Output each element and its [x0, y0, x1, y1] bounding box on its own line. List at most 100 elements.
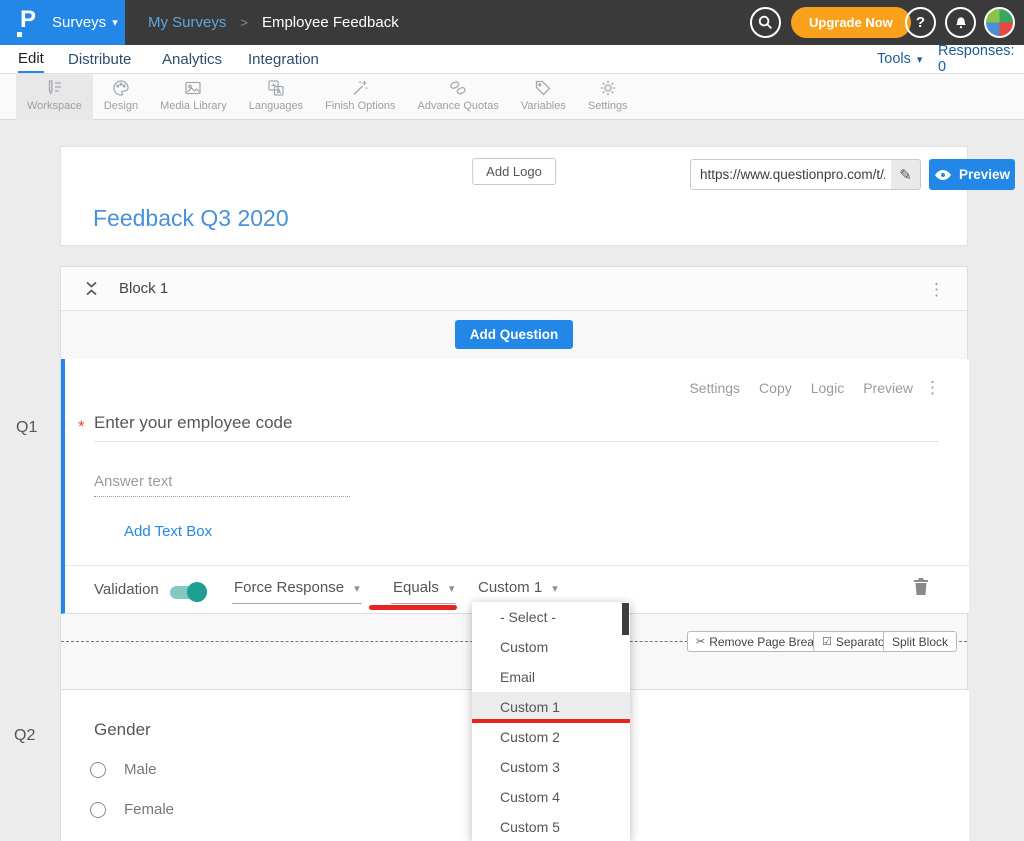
top-bar: P Surveys ▾ My Surveys > Employee Feedba… [0, 0, 1024, 45]
collapse-block-icon[interactable] [84, 280, 99, 297]
image-icon [183, 78, 203, 98]
bell-icon [953, 15, 969, 31]
toolbar-media-library[interactable]: Media Library [149, 74, 238, 120]
validation-divider [65, 565, 969, 566]
answer-text-input[interactable] [94, 471, 350, 497]
menu-item-select[interactable]: - Select - [472, 602, 630, 632]
checkbox-icon: ☑ [822, 635, 832, 648]
help-button[interactable]: ? [905, 7, 936, 38]
operator-dropdown[interactable]: Equals▾ [391, 579, 456, 604]
block-title[interactable]: Block 1 [119, 280, 168, 297]
chevron-down-icon: ▾ [917, 53, 923, 66]
validation-label: Validation [94, 581, 159, 598]
survey-url-field: ✎ [690, 159, 921, 190]
toolbar-workspace[interactable]: Workspace [16, 74, 93, 120]
annotation-red-underline [472, 719, 630, 723]
tab-integration[interactable]: Integration [248, 45, 319, 73]
question-actions: Settings Copy Logic Preview [689, 380, 913, 396]
breadcrumb-separator: > [240, 15, 248, 30]
question-mark-icon: ? [916, 14, 925, 31]
question-copy-link[interactable]: Copy [759, 380, 792, 396]
breadcrumb-my-surveys[interactable]: My Surveys [148, 14, 226, 31]
breadcrumb-current: Employee Feedback [262, 14, 399, 31]
toolbar-finish-options[interactable]: Finish Options [314, 74, 406, 120]
option-female: Female [90, 801, 174, 818]
question-text-underline [94, 441, 939, 442]
chevron-down-icon: ▾ [112, 16, 118, 29]
annotation-red-underline [369, 605, 457, 610]
add-question-button[interactable]: Add Question [455, 320, 574, 349]
radio-male[interactable] [90, 762, 106, 778]
module-tabs: Edit Distribute Analytics Integration To… [0, 45, 1024, 74]
remove-page-break-button[interactable]: ✂ Remove Page Break [687, 631, 829, 652]
editor-toolbar: Workspace Design Media Library Languages… [0, 74, 1024, 120]
scissors-icon: ✂ [696, 635, 705, 648]
question-2-text[interactable]: Gender [94, 720, 151, 740]
block-header: Block 1 ⋮ [61, 267, 967, 311]
question-preview-link[interactable]: Preview [863, 380, 913, 396]
add-question-strip: Add Question [61, 311, 967, 357]
gear-icon [598, 78, 618, 98]
search-icon[interactable] [750, 7, 781, 38]
questionpro-logo-icon: P [16, 8, 42, 38]
toolbar-design[interactable]: Design [93, 74, 149, 120]
menu-item-custom-1[interactable]: Custom 1 [472, 692, 630, 722]
survey-title[interactable]: Feedback Q3 2020 [93, 205, 289, 232]
avatar[interactable] [984, 7, 1015, 38]
translate-icon [266, 78, 286, 98]
menu-item-custom-5[interactable]: Custom 5 [472, 812, 630, 841]
menu-item-custom-4[interactable]: Custom 4 [472, 782, 630, 812]
tab-edit[interactable]: Edit [18, 45, 44, 73]
surveys-menu-label: Surveys [52, 14, 106, 31]
question-1-card: Settings Copy Logic Preview ⋮ * Enter yo… [61, 359, 969, 614]
survey-url-input[interactable] [691, 160, 891, 189]
force-response-dropdown[interactable]: Force Response▾ [232, 579, 362, 604]
breadcrumb: My Surveys > Employee Feedback [148, 0, 399, 45]
menu-item-custom-2[interactable]: Custom 2 [472, 722, 630, 752]
palette-icon [111, 78, 131, 98]
responses-count: Responses: 0 [938, 45, 1024, 73]
toolbar-advance-quotas[interactable]: Advance Quotas [406, 74, 509, 120]
toolbar-settings[interactable]: Settings [577, 74, 639, 120]
notifications-button[interactable] [945, 7, 976, 38]
required-asterisk: * [78, 417, 85, 437]
menu-item-email[interactable]: Email [472, 662, 630, 692]
toolbar-variables[interactable]: Variables [510, 74, 577, 120]
tab-distribute[interactable]: Distribute [68, 45, 131, 73]
question-1-text[interactable]: Enter your employee code [94, 413, 292, 433]
upgrade-now-button[interactable]: Upgrade Now [791, 7, 911, 38]
menu-item-custom-3[interactable]: Custom 3 [472, 752, 630, 782]
chevron-down-icon: ▾ [449, 583, 455, 595]
tag-icon [533, 78, 553, 98]
question-1-number: Q1 [16, 419, 37, 437]
magic-wand-icon [350, 78, 370, 98]
chevron-down-icon: ▾ [552, 583, 558, 595]
edit-url-pencil-icon[interactable]: ✎ [891, 160, 920, 189]
toolbar-languages[interactable]: Languages [238, 74, 314, 120]
validation-value-dropdown[interactable]: Custom 1▾ [476, 579, 560, 604]
tab-analytics[interactable]: Analytics [162, 45, 222, 73]
dropdown-scrollbar-thumb[interactable] [622, 603, 629, 635]
split-block-button[interactable]: Split Block [883, 631, 957, 652]
validation-toggle[interactable] [170, 586, 204, 599]
workspace-icon [44, 78, 64, 98]
eye-icon [934, 168, 952, 182]
question-settings-link[interactable]: Settings [689, 380, 740, 396]
menu-item-custom[interactable]: Custom [472, 632, 630, 662]
custom-validation-dropdown-menu: - Select - Custom Email Custom 1 Custom … [472, 602, 630, 841]
brand-menu[interactable]: P Surveys ▾ [0, 0, 125, 45]
add-logo-button[interactable]: Add Logo [472, 158, 556, 185]
radio-female[interactable] [90, 802, 106, 818]
option-male: Male [90, 761, 157, 778]
question-logic-link[interactable]: Logic [811, 380, 844, 396]
preview-button[interactable]: Preview [929, 159, 1015, 190]
toggle-knob [187, 582, 207, 602]
delete-question-trash-icon[interactable] [913, 577, 929, 596]
chain-links-icon [448, 78, 468, 98]
add-text-box-link[interactable]: Add Text Box [124, 523, 212, 540]
block-menu-kebab-icon[interactable]: ⋮ [928, 281, 945, 298]
tools-dropdown[interactable]: Tools▾ [877, 45, 922, 73]
question-menu-kebab-icon[interactable]: ⋮ [924, 379, 941, 396]
question-2-number: Q2 [14, 727, 35, 745]
chevron-down-icon: ▾ [354, 583, 360, 595]
